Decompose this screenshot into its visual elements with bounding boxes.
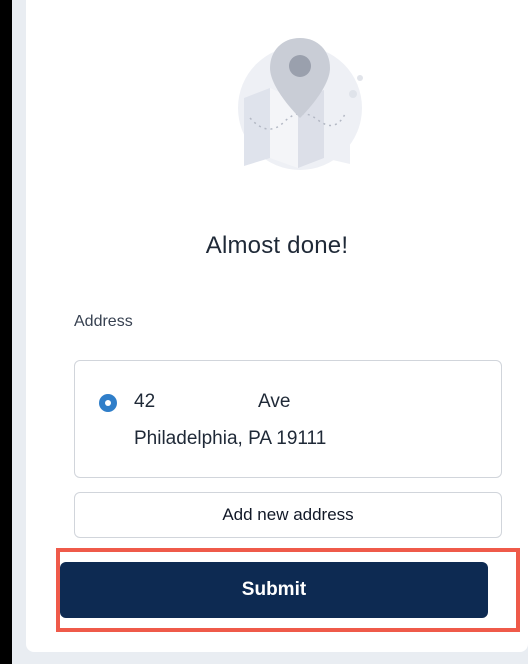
- page-title: Almost done!: [205, 232, 349, 259]
- address-radio-selected[interactable]: [99, 394, 117, 412]
- address-line1-street: Ave: [258, 391, 291, 412]
- address-line2: Philadelphia, PA 19111: [134, 428, 327, 449]
- add-new-address-button[interactable]: Add new address: [74, 492, 502, 538]
- address-section-label: Address: [74, 313, 133, 330]
- redacted-street-number: [156, 376, 258, 422]
- app-frame: Almost done! Address 42 Ave Philadelphia…: [12, 0, 528, 664]
- submit-button[interactable]: Submit: [60, 562, 488, 618]
- address-option[interactable]: 42 Ave Philadelphia, PA 19111: [74, 360, 502, 478]
- map-pin-illustration: [238, 38, 363, 170]
- address-line1-prefix: 42: [134, 391, 156, 412]
